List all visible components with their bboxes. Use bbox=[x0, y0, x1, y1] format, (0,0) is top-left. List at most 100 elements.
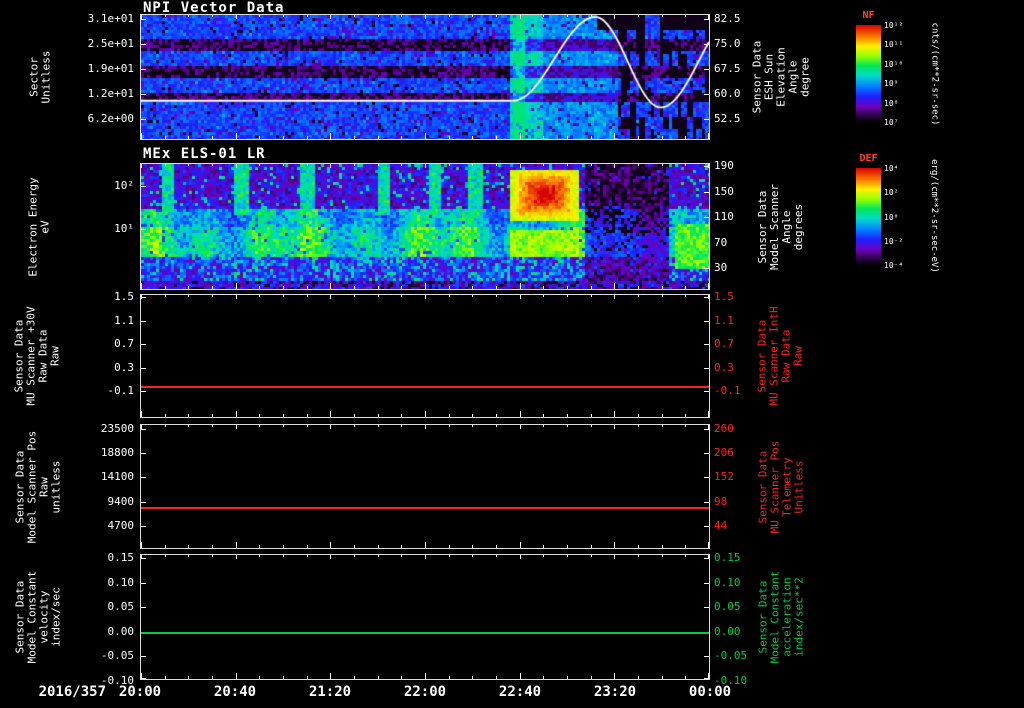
npi-spectrogram-canvas bbox=[141, 15, 709, 139]
y-tick-mark bbox=[704, 119, 709, 120]
x-tick-mark bbox=[520, 164, 521, 168]
x-tick-mark bbox=[378, 164, 379, 166]
x-tick-mark bbox=[236, 673, 237, 679]
x-tick-mark bbox=[354, 136, 355, 139]
y-tick-mark bbox=[141, 44, 146, 45]
x-tick-mark bbox=[662, 15, 663, 17]
x-tick-mark bbox=[354, 15, 355, 17]
x-tick-mark bbox=[591, 164, 592, 166]
x-tick-mark bbox=[307, 425, 308, 427]
x-tick-mark bbox=[425, 133, 426, 139]
x-tick-mark bbox=[212, 286, 213, 289]
y-tick-label-right: 70 bbox=[714, 235, 728, 249]
x-tick-mark bbox=[141, 411, 142, 417]
x-tick-mark bbox=[472, 545, 473, 548]
x-tick-mark bbox=[496, 295, 497, 297]
y-tick-mark bbox=[704, 344, 709, 345]
x-tick-mark bbox=[165, 295, 166, 297]
x-tick-mark bbox=[354, 545, 355, 548]
x-tick-mark bbox=[259, 295, 260, 297]
y-tick-mark bbox=[141, 186, 146, 187]
x-tick-mark bbox=[638, 15, 639, 17]
colorbar-tick-label: 10⁻⁴ bbox=[884, 261, 904, 270]
x-tick-mark bbox=[330, 542, 331, 548]
x-tick-mark bbox=[401, 545, 402, 548]
x-tick-label: 22:00 bbox=[403, 684, 447, 700]
x-tick-mark bbox=[567, 545, 568, 548]
x-tick-mark bbox=[141, 542, 142, 548]
npi-left-axis-label: Sector Unitless bbox=[26, 50, 52, 104]
y-tick-mark bbox=[141, 344, 146, 345]
x-tick-mark bbox=[330, 411, 331, 417]
x-tick-mark bbox=[188, 164, 189, 166]
y-tick-label-left: 9400 bbox=[107, 494, 135, 508]
y-tick-label-left: -0.1 bbox=[107, 384, 135, 398]
x-tick-mark bbox=[449, 414, 450, 417]
els-left-axis-label: Electron Energy eV bbox=[27, 176, 52, 277]
x-tick-mark bbox=[283, 676, 284, 679]
x-tick-mark bbox=[188, 414, 189, 417]
y-tick-label-left: 14100 bbox=[100, 470, 134, 484]
x-tick-mark bbox=[401, 136, 402, 139]
colorbar-tick-label: 10¹¹ bbox=[884, 40, 904, 50]
y-tick-label-right: 0.05 bbox=[714, 600, 741, 614]
x-tick-mark bbox=[259, 136, 260, 139]
x-tick-mark bbox=[236, 164, 237, 168]
y-tick-mark bbox=[704, 217, 709, 218]
x-tick-mark bbox=[449, 676, 450, 679]
x-tick-mark bbox=[330, 555, 331, 559]
y-tick-mark bbox=[704, 526, 709, 527]
y-tick-label-left: 23500 bbox=[100, 421, 134, 435]
x-tick-mark bbox=[212, 136, 213, 139]
x-tick-mark bbox=[543, 136, 544, 139]
x-tick-mark bbox=[283, 15, 284, 17]
x-tick-mark bbox=[259, 286, 260, 289]
x-tick-mark bbox=[638, 286, 639, 289]
x-tick-mark bbox=[401, 286, 402, 289]
x-tick-mark bbox=[425, 411, 426, 417]
y-tick-mark bbox=[141, 368, 146, 369]
y-tick-label-right: 0.10 bbox=[714, 575, 741, 589]
x-tick-mark bbox=[496, 286, 497, 289]
x-tick-mark bbox=[354, 164, 355, 166]
colorbar-tick-label: 10² bbox=[884, 188, 899, 198]
x-tick-mark bbox=[496, 136, 497, 139]
x-tick-mark bbox=[283, 555, 284, 557]
x-tick-mark bbox=[307, 15, 308, 17]
x-tick-mark bbox=[165, 164, 166, 166]
x-tick-label: 00:00 bbox=[688, 684, 732, 700]
x-tick-label: 22:40 bbox=[498, 684, 542, 700]
x-tick-label: 20:40 bbox=[213, 684, 257, 700]
panel-title-els: MEx ELS-01 LR bbox=[143, 146, 266, 162]
x-tick-mark bbox=[638, 676, 639, 679]
x-tick-mark bbox=[472, 295, 473, 297]
x-tick-mark bbox=[567, 414, 568, 417]
model-scanner-pos-left-axis-label: Sensor Data Model Scanner Pos Raw unitle… bbox=[13, 430, 62, 543]
x-tick-mark bbox=[472, 286, 473, 289]
x-tick-mark bbox=[378, 15, 379, 17]
x-tick-mark bbox=[567, 15, 568, 17]
x-tick-mark bbox=[614, 673, 615, 679]
y-tick-label-right: 1.1 bbox=[714, 313, 734, 327]
nf-colorbar-units: cnts/(cm**2-sr-sec) bbox=[929, 22, 940, 126]
x-tick-label: 20:00 bbox=[118, 684, 162, 700]
x-tick-mark bbox=[188, 676, 189, 679]
y-tick-label-right: 110 bbox=[714, 210, 734, 224]
x-tick-mark bbox=[685, 414, 686, 417]
x-tick-mark bbox=[425, 15, 426, 19]
x-tick-mark bbox=[708, 542, 709, 548]
x-tick-mark bbox=[307, 136, 308, 139]
x-tick-label: 21:20 bbox=[308, 684, 352, 700]
x-tick-mark bbox=[472, 676, 473, 679]
x-tick-mark bbox=[141, 133, 142, 139]
y-tick-mark bbox=[704, 69, 709, 70]
x-tick-mark bbox=[401, 295, 402, 297]
mu-scanner-30v-panel bbox=[140, 294, 710, 418]
y-tick-mark bbox=[141, 429, 146, 430]
y-tick-mark bbox=[704, 391, 709, 392]
nf-colorbar-units-wrap: cnts/(cm**2-sr-sec) bbox=[912, 16, 956, 132]
x-tick-mark bbox=[307, 295, 308, 297]
x-tick-mark bbox=[378, 425, 379, 427]
y-tick-label-right: 30 bbox=[714, 261, 728, 275]
x-tick-mark bbox=[614, 542, 615, 548]
